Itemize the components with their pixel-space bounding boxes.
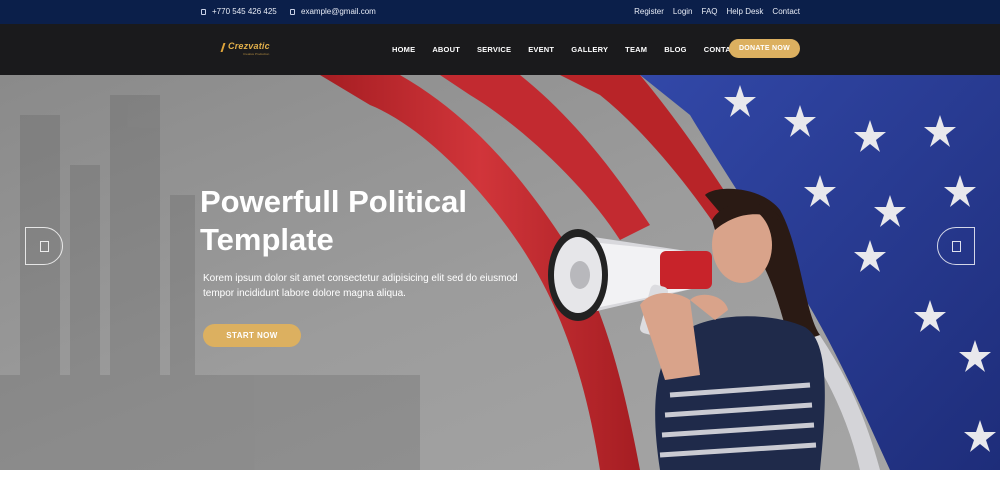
arrow-left-icon <box>40 241 49 252</box>
top-link-contact[interactable]: Contact <box>772 7 800 16</box>
top-link-help-desk[interactable]: Help Desk <box>727 7 764 16</box>
hero-title: Powerfull Political Template <box>200 184 467 257</box>
menu-item-home[interactable]: HOME <box>392 45 415 54</box>
top-link-login[interactable]: Login <box>673 7 693 16</box>
phone-contact[interactable]: +770 545 426 425 <box>201 7 277 16</box>
arrow-right-icon <box>952 241 961 252</box>
phone-number: +770 545 426 425 <box>212 7 277 16</box>
email-contact[interactable]: example@gmail.com <box>290 7 376 16</box>
phone-icon <box>201 8 206 15</box>
menu-item-gallery[interactable]: GALLERY <box>571 45 608 54</box>
donate-button[interactable]: DONATE NOW <box>729 39 800 58</box>
top-info-bar: +770 545 426 425 example@gmail.com Regis… <box>0 0 1000 24</box>
logo-name: Crezvatic <box>228 41 270 51</box>
slider-next-button[interactable] <box>937 227 975 265</box>
top-links: Register Login FAQ Help Desk Contact <box>634 7 800 16</box>
menu-item-event[interactable]: EVENT <box>528 45 554 54</box>
envelope-icon <box>290 8 295 15</box>
top-link-register[interactable]: Register <box>634 7 664 16</box>
start-now-button[interactable]: START NOW <box>203 324 301 347</box>
site-logo[interactable]: Crezvatic Creative Production <box>220 41 272 59</box>
hero-description: Korem ipsum dolor sit amet consectetur a… <box>203 273 518 299</box>
page-below-hero <box>0 470 1000 500</box>
menu-item-about[interactable]: ABOUT <box>432 45 460 54</box>
slider-prev-button[interactable] <box>25 227 63 265</box>
menu-item-service[interactable]: SERVICE <box>477 45 511 54</box>
main-menu: HOME ABOUT SERVICE EVENT GALLERY TEAM BL… <box>392 45 758 54</box>
hero-slider: Powerfull Political Template Korem ipsum… <box>0 75 1000 470</box>
email-address: example@gmail.com <box>301 7 376 16</box>
main-navbar: Crezvatic Creative Production HOME ABOUT… <box>0 24 1000 75</box>
menu-item-blog[interactable]: BLOG <box>664 45 686 54</box>
menu-item-team[interactable]: TEAM <box>625 45 647 54</box>
logo-tagline: Creative Production <box>243 52 270 56</box>
top-link-faq[interactable]: FAQ <box>702 7 718 16</box>
